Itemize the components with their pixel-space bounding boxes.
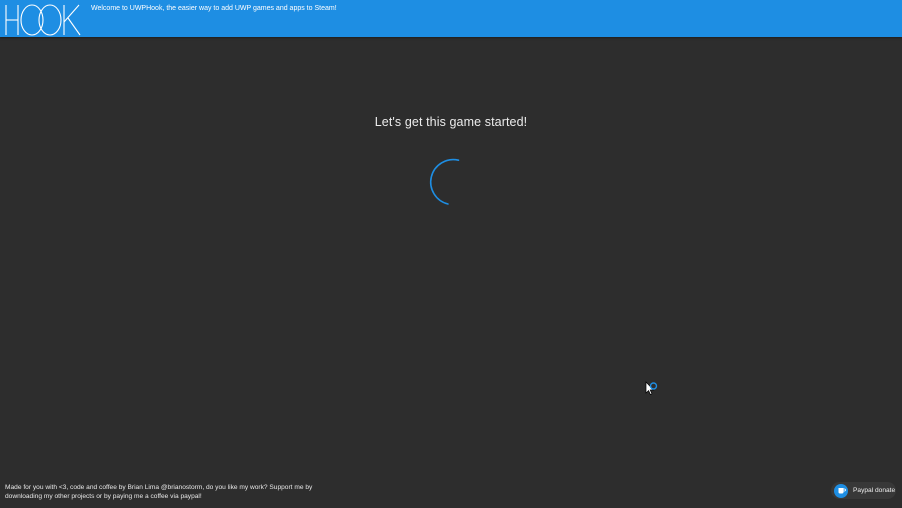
welcome-message: Welcome to UWPHook, the easier way to ad… — [91, 5, 337, 12]
app-logo — [5, 4, 81, 36]
credits-line-2: downloading my other projects or by payi… — [5, 493, 202, 500]
credits-text: Made for you with <3, code and coffee by… — [5, 483, 325, 501]
coffee-icon — [834, 483, 848, 498]
header-bar: Welcome to UWPHook, the easier way to ad… — [0, 0, 902, 37]
spinner-icon — [429, 158, 460, 205]
credits-line-1: Made for you with <3, code and coffee by… — [5, 484, 313, 491]
donate-label: Paypal donate — [853, 487, 896, 494]
busy-cursor-icon — [645, 381, 658, 395]
page-title: Let's get this game started! — [374, 115, 528, 129]
paypal-donate-button[interactable]: Paypal donate — [831, 482, 896, 499]
